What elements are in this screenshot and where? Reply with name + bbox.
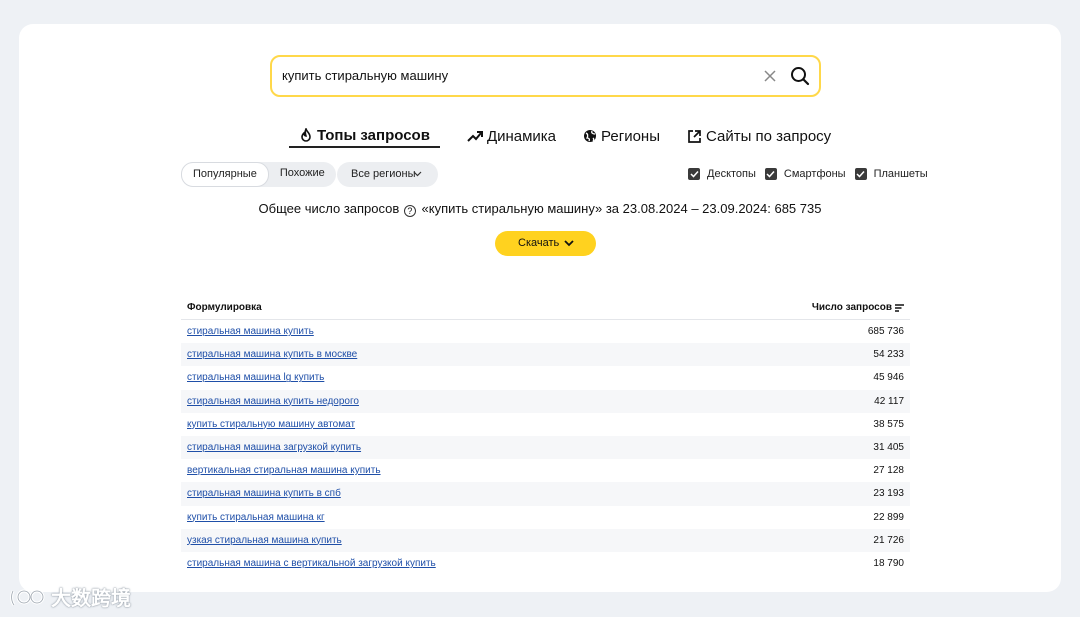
checkbox-desktop[interactable]: Десктопы: [688, 168, 756, 180]
table-row: вертикальная стиральная машина купить 27…: [181, 459, 910, 482]
search-box[interactable]: купить стиральную машину: [270, 55, 821, 97]
main-card: купить стиральную машину Топы запросов Д…: [19, 24, 1061, 592]
checkbox-smartphones[interactable]: Смартфоны: [764, 168, 846, 180]
checkbox-label: Смартфоны: [783, 168, 846, 180]
search-icon[interactable]: [789, 65, 811, 87]
similar-button[interactable]: Похожие: [269, 162, 336, 187]
table-row: стиральная машина с вертикальной загрузк…: [181, 552, 910, 575]
query-count: 54 233: [873, 349, 904, 361]
clear-icon[interactable]: [761, 67, 779, 85]
query-link[interactable]: стиральная машина с вертикальной загрузк…: [187, 558, 436, 569]
tab-label: Топы запросов: [317, 127, 430, 144]
query-count: 685 736: [867, 326, 904, 337]
query-count: 31 405: [873, 441, 904, 453]
table-header: Формулировка Число запросов: [181, 298, 910, 320]
table-row: стиральная машина lg купить 45 946: [181, 366, 910, 389]
query-link[interactable]: стиральная машина купить: [187, 326, 314, 337]
checkbox-checked-icon[interactable]: [854, 168, 867, 180]
watermark-logo-icon: [10, 589, 45, 606]
query-link[interactable]: стиральная машина lg купить: [187, 372, 324, 383]
query-count: 27 128: [873, 465, 904, 477]
tab-label: Динамика: [486, 127, 557, 145]
regions-label: Все регионы: [351, 168, 416, 180]
table-body: стиральная машина купить 685 736 стираль…: [181, 320, 910, 575]
tab-regions[interactable]: Регионы: [583, 125, 660, 147]
checkbox-checked-icon[interactable]: [764, 168, 777, 180]
chevron-down-icon: [413, 171, 422, 177]
table-row: стиральная машина купить в москве 54 233: [181, 343, 910, 367]
query-link[interactable]: стиральная машина купить в спб: [187, 488, 341, 499]
tab-top-queries[interactable]: Топы запросов: [289, 125, 440, 148]
checkbox-label: Планшеты: [873, 168, 928, 180]
watermark-text: 大数跨境: [51, 588, 131, 610]
sort-icon[interactable]: [895, 303, 904, 312]
table-row: купить стиральная машина кг 22 899: [181, 506, 910, 529]
query-count: 22 899: [873, 511, 904, 523]
table-row: узкая стиральная машина купить 21 726: [181, 528, 910, 552]
queries-table: Формулировка Число запросов стиральная м…: [181, 298, 910, 575]
tab-sites[interactable]: Сайты по запросу: [687, 125, 831, 147]
column-header-count-label: Число запросов: [811, 302, 892, 313]
tabs: Топы запросов Динамика Регионы Сайты по …: [289, 125, 858, 149]
device-filters: Десктопы Смартфоны Планшеты: [688, 168, 937, 180]
query-count: 18 790: [873, 557, 904, 569]
query-count: 21 726: [873, 534, 904, 546]
query-count: 23 193: [873, 488, 904, 500]
summary-prefix: Общее число запросов: [258, 201, 400, 216]
table-row: стиральная машина купить недорого 42 117: [181, 389, 910, 413]
watermark: 大数跨境: [10, 582, 131, 611]
tab-dynamics[interactable]: Динамика: [467, 125, 556, 147]
popular-button[interactable]: Популярные: [181, 162, 269, 187]
table-row: стиральная машина купить в спб 23 193: [181, 482, 910, 506]
checkbox-tablets[interactable]: Планшеты: [854, 168, 928, 180]
query-link[interactable]: купить стиральную машину автомат: [187, 419, 355, 430]
search-input[interactable]: купить стиральную машину: [282, 68, 448, 83]
query-link[interactable]: узкая стиральная машина купить: [187, 535, 342, 546]
query-link[interactable]: стиральная машина купить недорого: [187, 396, 359, 407]
external-link-icon: [688, 129, 701, 143]
column-header-count[interactable]: Число запросов: [812, 302, 904, 313]
tab-label: Сайты по запросу: [705, 127, 832, 145]
query-count: 42 117: [874, 395, 904, 407]
query-count: 38 575: [873, 418, 904, 430]
help-icon[interactable]: ?: [403, 205, 416, 217]
query-link[interactable]: стиральная машина купить в москве: [187, 349, 357, 360]
globe-icon: [584, 130, 597, 142]
query-link[interactable]: вертикальная стиральная машина купить: [187, 465, 381, 476]
checkbox-checked-icon[interactable]: [688, 168, 700, 180]
regions-dropdown[interactable]: Все регионы: [337, 162, 438, 187]
table-row: купить стиральную машину автомат 38 575: [181, 413, 910, 436]
query-link[interactable]: стиральная машина загрузкой купить: [187, 442, 361, 453]
download-button[interactable]: Скачать: [495, 231, 596, 256]
column-header-phrase: Формулировка: [187, 302, 262, 313]
fire-icon: [301, 128, 311, 142]
checkbox-label: Десктопы: [707, 168, 756, 180]
query-link[interactable]: купить стиральная машина кг: [187, 512, 325, 523]
trend-icon: [467, 131, 483, 142]
summary-text: «купить стиральную машину» за 23.08.2024…: [421, 201, 822, 216]
download-label: Скачать: [518, 237, 560, 249]
query-count: 45 946: [873, 372, 904, 384]
table-row: стиральная машина загрузкой купить 31 40…: [181, 435, 910, 460]
chevron-down-icon: [564, 240, 574, 247]
table-row: стиральная машина купить 685 736: [181, 320, 910, 343]
total-queries-summary: Общее число запросов ? «купить стиральну…: [19, 201, 1061, 217]
segment-switch: Популярные Похожие: [181, 162, 336, 187]
tab-label: Регионы: [601, 127, 660, 145]
